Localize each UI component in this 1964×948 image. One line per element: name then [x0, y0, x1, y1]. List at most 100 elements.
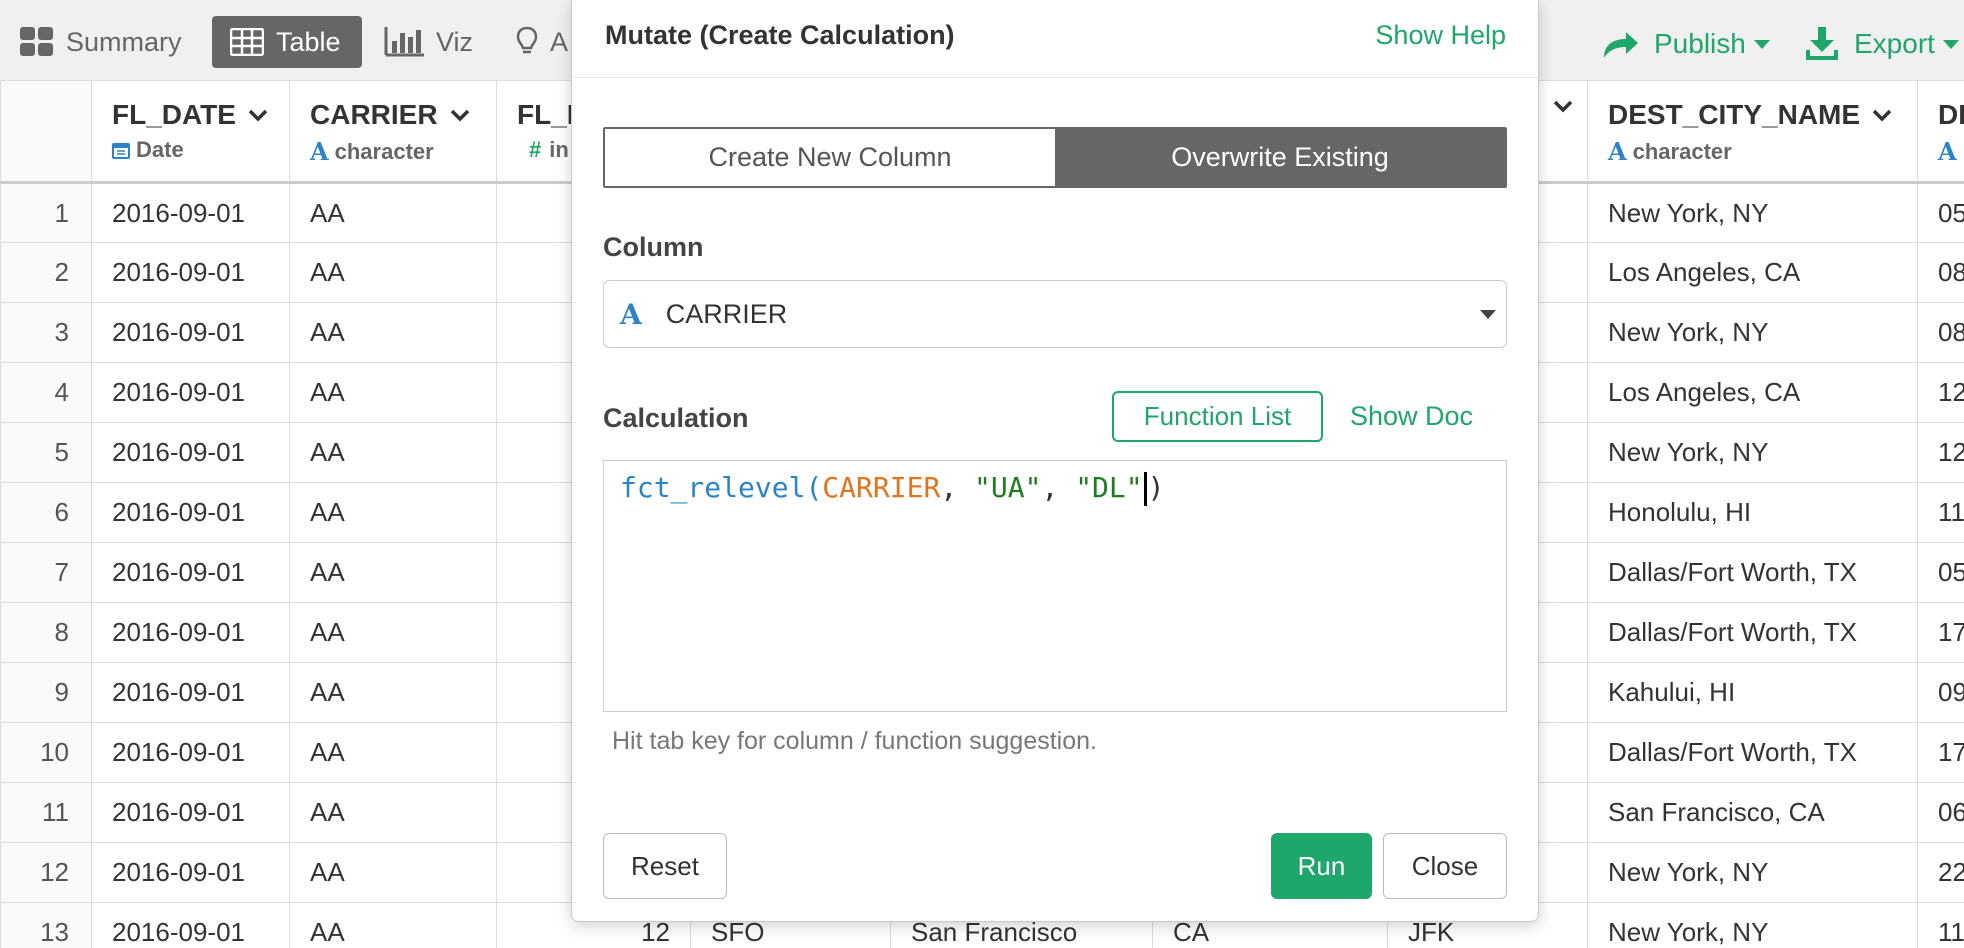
- table-cell-carrier: AA: [289, 302, 497, 363]
- table-cell-destcity: Los Angeles, CA: [1587, 362, 1918, 423]
- calendar-icon: [112, 141, 130, 159]
- summary-tab-label: Summary: [66, 26, 182, 57]
- table-cell-carrier: AA: [289, 662, 497, 723]
- table-tab-label: Table: [276, 26, 341, 57]
- suggestion-hint: Hit tab key for column / function sugges…: [612, 727, 1097, 755]
- chevron-down-icon[interactable]: [248, 108, 268, 122]
- export-label: Export: [1854, 28, 1935, 59]
- chevron-down-icon[interactable]: [450, 108, 470, 122]
- column-name: DEST_CITY_NAME: [1608, 99, 1861, 130]
- column-select[interactable]: A CARRIER: [603, 280, 1507, 348]
- reset-button[interactable]: Reset: [603, 833, 727, 899]
- viz-tab-label: Viz: [436, 26, 474, 57]
- chevron-down-icon: [1942, 39, 1959, 49]
- lightbulb-icon: [516, 26, 538, 58]
- table-cell-destcity: Honolulu, HI: [1587, 482, 1918, 543]
- publish-button[interactable]: Publish: [1600, 22, 1770, 66]
- table-cell-last: 11: [1917, 482, 1964, 543]
- chevron-down-icon: [1480, 310, 1496, 319]
- table-cell-destcity: New York, NY: [1587, 182, 1918, 243]
- show-help-link[interactable]: Show Help: [1375, 20, 1506, 51]
- column-header[interactable]: FL_DATE Date: [91, 80, 290, 184]
- table-cell-last: 17: [1917, 722, 1964, 783]
- column-header[interactable]: CARRIER Acharacter: [289, 80, 497, 184]
- column-header[interactable]: DEST_CITY_NAME Acharacter: [1587, 80, 1918, 184]
- export-button[interactable]: Export: [1804, 22, 1959, 66]
- column-header[interactable]: DI A: [1917, 80, 1964, 184]
- download-icon: [1804, 26, 1840, 62]
- table-cell-last: 06: [1917, 782, 1964, 843]
- table-cell-carrier: AA: [289, 482, 497, 543]
- code-close-paren: ): [1147, 471, 1165, 504]
- code-separator: ,: [940, 471, 975, 504]
- table-cell-n: 13: [0, 902, 92, 948]
- code-string: "DL": [1075, 471, 1143, 504]
- table-cell-last: 11: [1917, 902, 1964, 948]
- table-cell-carrier: AA: [289, 542, 497, 603]
- viz-tab[interactable]: Viz: [384, 16, 473, 68]
- create-new-column-tab[interactable]: Create New Column: [605, 129, 1055, 186]
- table-cell-date: 2016-09-01: [91, 482, 290, 543]
- table-cell-destcity: Dallas/Fort Worth, TX: [1587, 722, 1918, 783]
- table-cell-carrier: AA: [289, 602, 497, 663]
- table-cell-n: 3: [0, 302, 92, 363]
- run-button[interactable]: Run: [1271, 833, 1372, 899]
- table-tab[interactable]: Table: [212, 16, 362, 68]
- calculation-editor[interactable]: fct_relevel(CARRIER, "UA", "DL"): [603, 460, 1507, 712]
- table-cell-carrier: AA: [289, 782, 497, 843]
- table-cell-last: 12: [1917, 362, 1964, 423]
- table-cell-n: 9: [0, 662, 92, 723]
- table-cell-destcity: San Francisco, CA: [1587, 782, 1918, 843]
- column-type: character: [334, 138, 434, 164]
- table-cell-n: 11: [0, 782, 92, 843]
- column-select-value: CARRIER: [665, 298, 788, 329]
- table-cell-carrier: AA: [289, 842, 497, 903]
- function-list-button[interactable]: Function List: [1112, 391, 1323, 442]
- table-cell-date: 2016-09-01: [91, 422, 290, 483]
- column-type: character: [1632, 138, 1732, 164]
- table-cell-destcity: Kahului, HI: [1587, 662, 1918, 723]
- table-cell-date: 2016-09-01: [91, 302, 290, 363]
- publish-label: Publish: [1654, 28, 1746, 59]
- code-string: "UA": [974, 471, 1042, 504]
- mode-toggle: Create New Column Overwrite Existing: [603, 127, 1507, 188]
- code-separator: ,: [1041, 471, 1076, 504]
- table-cell-n: 12: [0, 842, 92, 903]
- column-name: CARRIER: [310, 99, 438, 130]
- table-icon: [230, 28, 264, 56]
- chevron-down-icon[interactable]: [1872, 108, 1892, 122]
- table-cell-date: 2016-09-01: [91, 602, 290, 663]
- table-cell-destcity: New York, NY: [1587, 842, 1918, 903]
- table-cell-carrier: AA: [289, 242, 497, 303]
- table-cell-last: 08: [1917, 302, 1964, 363]
- show-doc-link[interactable]: Show Doc: [1350, 401, 1473, 432]
- table-cell-last: 05: [1917, 542, 1964, 603]
- table-cell-date: 2016-09-01: [91, 782, 290, 843]
- table-cell-carrier: AA: [289, 362, 497, 423]
- close-button[interactable]: Close: [1383, 833, 1507, 899]
- table-cell-n: 4: [0, 362, 92, 423]
- table-cell-date: 2016-09-01: [91, 242, 290, 303]
- table-cell-n: 7: [0, 542, 92, 603]
- chevron-down-icon[interactable]: [1553, 99, 1573, 113]
- dialog-header: Mutate (Create Calculation) Show Help: [572, 0, 1538, 78]
- summary-icon: [20, 27, 54, 57]
- table-cell-date: 2016-09-01: [91, 542, 290, 603]
- table-cell-n: 2: [0, 242, 92, 303]
- column-name: DI: [1938, 99, 1964, 130]
- table-cell-n: 8: [0, 602, 92, 663]
- table-cell-date: 2016-09-01: [91, 182, 290, 243]
- column-type: Date: [136, 137, 184, 162]
- dialog-title: Mutate (Create Calculation): [605, 20, 955, 50]
- table-cell-destcity: New York, NY: [1587, 302, 1918, 363]
- summary-tab[interactable]: Summary: [20, 16, 182, 68]
- overwrite-existing-tab[interactable]: Overwrite Existing: [1055, 129, 1505, 186]
- analytics-tab[interactable]: A: [516, 16, 568, 68]
- table-cell-n: 1: [0, 182, 92, 243]
- table-cell-carrier: AA: [289, 422, 497, 483]
- character-type-icon: A: [1608, 137, 1627, 166]
- table-cell-last: 17: [1917, 602, 1964, 663]
- row-number-header: [0, 80, 92, 184]
- table-cell-date: 2016-09-01: [91, 362, 290, 423]
- table-cell-destcity: Los Angeles, CA: [1587, 242, 1918, 303]
